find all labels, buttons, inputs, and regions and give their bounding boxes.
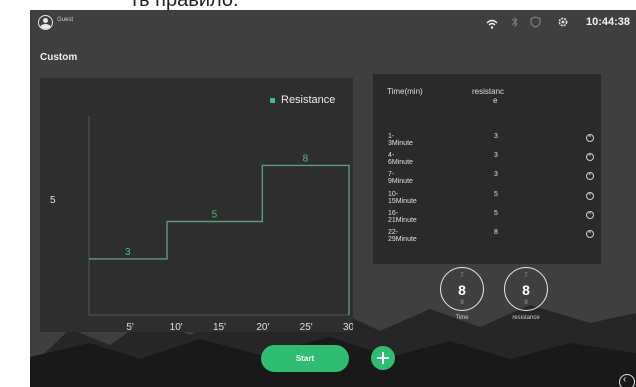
time-dial-label: Time	[455, 315, 469, 321]
bluetooth-icon[interactable]	[511, 15, 519, 33]
row-time: 1-3Minute	[388, 133, 413, 147]
row-resistance: 5	[494, 209, 498, 217]
time-dial-value: 8	[458, 282, 466, 298]
legend-marker	[270, 97, 275, 103]
x-tick-label: 15'	[213, 322, 226, 332]
row-time: 4-6Minute	[388, 152, 413, 167]
delete-row-icon[interactable]: ×	[586, 230, 594, 238]
status-bar: Guest 10:44:38	[30, 10, 636, 36]
row-time: 7-9Minute	[388, 171, 413, 186]
user-name: Guest	[57, 17, 74, 23]
row-time: 16-21Minute	[388, 209, 417, 224]
col-resistance-header: resistanc e	[472, 87, 505, 105]
row-resistance: 3	[494, 152, 498, 160]
resistance-dial-value: 8	[522, 282, 530, 298]
start-button[interactable]: Start	[261, 345, 349, 372]
step-value-label: 5	[212, 210, 218, 221]
col-time-header: Time(min)	[387, 87, 423, 96]
step-value-label: 8	[303, 153, 309, 164]
shield-icon[interactable]	[530, 15, 541, 33]
x-tick-label: 20'	[256, 322, 269, 332]
x-tick-label: 25'	[300, 322, 313, 332]
chart-legend: Resistance	[270, 94, 335, 106]
row-resistance: 5	[494, 190, 498, 198]
x-tick-label: 5'	[126, 322, 134, 332]
y-tick-label: 5	[50, 195, 56, 206]
settings-gear-icon[interactable]	[557, 15, 569, 33]
delete-row-icon[interactable]: ×	[586, 134, 594, 142]
wifi-icon[interactable]	[486, 16, 498, 34]
delete-row-icon[interactable]: ×	[586, 191, 594, 200]
back-button[interactable]: ‹	[619, 374, 635, 387]
step-value-label: 3	[125, 247, 131, 258]
resistance-series-line	[89, 164, 350, 315]
row-resistance: 3	[494, 171, 498, 179]
resistance-chart-panel: 3 5 8 5' 10' 15' 20' 25' 30' Resistance 5	[40, 78, 353, 332]
legend-label: Resistance	[281, 94, 336, 106]
row-time: 10-15Minute	[388, 190, 417, 205]
clock-time: 10:44:38	[586, 16, 631, 28]
x-tick-label: 30'	[343, 322, 353, 332]
row-resistance: 8	[494, 229, 498, 236]
resistance-dial-label: resistance	[512, 315, 540, 321]
resistance-dial[interactable]: 7 8 9	[504, 267, 548, 311]
delete-row-icon[interactable]: ×	[586, 210, 594, 219]
chevron-left-icon: ‹	[623, 374, 627, 385]
caption-fragment: ть правило.	[130, 0, 239, 10]
row-time: 22-29Minute	[388, 229, 417, 243]
x-tick-label: 10'	[170, 322, 183, 332]
resistance-step-chart[interactable]: 3 5 8 5' 10' 15' 20' 25' 30'	[40, 78, 353, 332]
screenshot-frame: ть правило. Guest 10:44:38	[0, 0, 636, 387]
avatar[interactable]	[38, 15, 53, 30]
page-title: Custom	[40, 52, 78, 63]
caption-strip: ть правило.	[0, 0, 636, 10]
time-dial[interactable]: 7 8 9	[440, 267, 484, 311]
row-resistance: 3	[494, 133, 498, 140]
add-interval-button[interactable]	[371, 346, 395, 370]
device-screen: Guest 10:44:38 Custom 3 5 8 5' 10' 15' 20' 25' 3…	[30, 10, 636, 387]
